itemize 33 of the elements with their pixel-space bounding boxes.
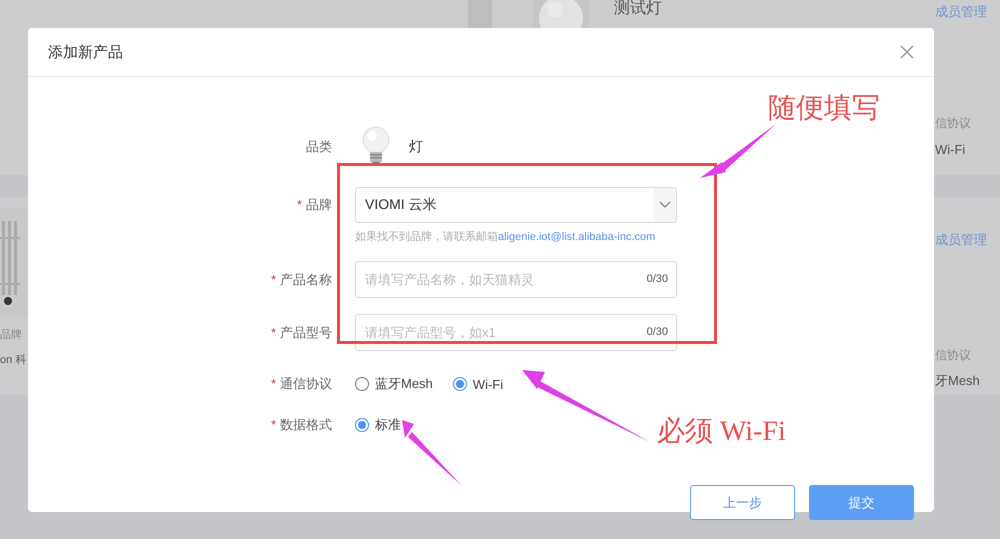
- email-link[interactable]: aligenie.iot@list.alibaba-inc.com: [498, 231, 656, 243]
- annotation-text: 必须 Wi-Fi: [657, 418, 786, 446]
- field-label: * 产品名称: [270, 270, 332, 288]
- field-label: * 数据格式: [270, 416, 332, 434]
- member-link[interactable]: 成员管理: [935, 3, 1000, 21]
- protocol-label: 信协议: [935, 115, 972, 132]
- close-icon[interactable]: [900, 45, 914, 59]
- caret-icon: [659, 201, 671, 209]
- field-label: * 品牌: [296, 196, 332, 214]
- field-label: * 产品型号: [270, 324, 332, 342]
- radio-option[interactable]: Wi-Fi: [452, 376, 504, 392]
- brand-select[interactable]: VIOMI 云米: [355, 187, 677, 223]
- card-title: 测试灯: [614, 0, 662, 19]
- hint-text: 如果找不到品牌，请联系邮箱aligenie.iot@list.alibaba-inc.com: [355, 230, 656, 244]
- field-label: 品类: [306, 138, 332, 156]
- back-button[interactable]: 上一步: [690, 485, 795, 520]
- submit-button[interactable]: 提交: [809, 485, 914, 520]
- protocol-label: 信协议: [935, 347, 972, 364]
- radio-option[interactable]: 标准: [355, 416, 401, 434]
- field-label: * 通信协议: [270, 375, 332, 393]
- product-thumbnail: [468, 0, 492, 28]
- character-counter: 0/30: [646, 326, 668, 338]
- dialog-title: 添加新产品: [48, 42, 123, 62]
- annotation-text: 随便填写: [768, 95, 880, 123]
- member-link[interactable]: 成员管理: [935, 231, 1000, 249]
- brand-label: 品牌: [0, 328, 22, 342]
- protocol-value: Wi-Fi: [935, 142, 966, 157]
- character-counter: 0/30: [646, 273, 668, 285]
- category-value: 灯: [409, 138, 423, 156]
- annotation-arrow: [402, 420, 462, 486]
- protocol-value: 牙Mesh: [935, 372, 981, 390]
- brand-value: on 科: [0, 353, 26, 367]
- radio-option[interactable]: 蓝牙Mesh: [355, 375, 433, 393]
